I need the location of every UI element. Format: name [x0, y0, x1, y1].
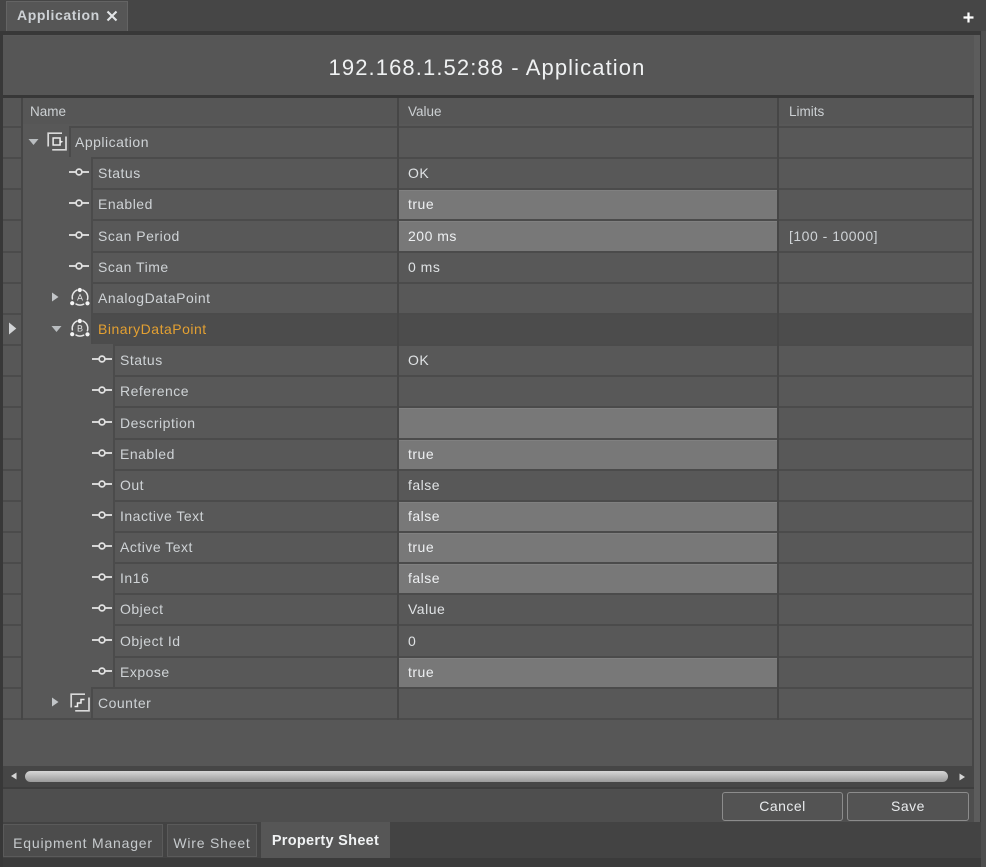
svg-text:B: B	[77, 324, 83, 334]
svg-text:A: A	[77, 293, 83, 303]
